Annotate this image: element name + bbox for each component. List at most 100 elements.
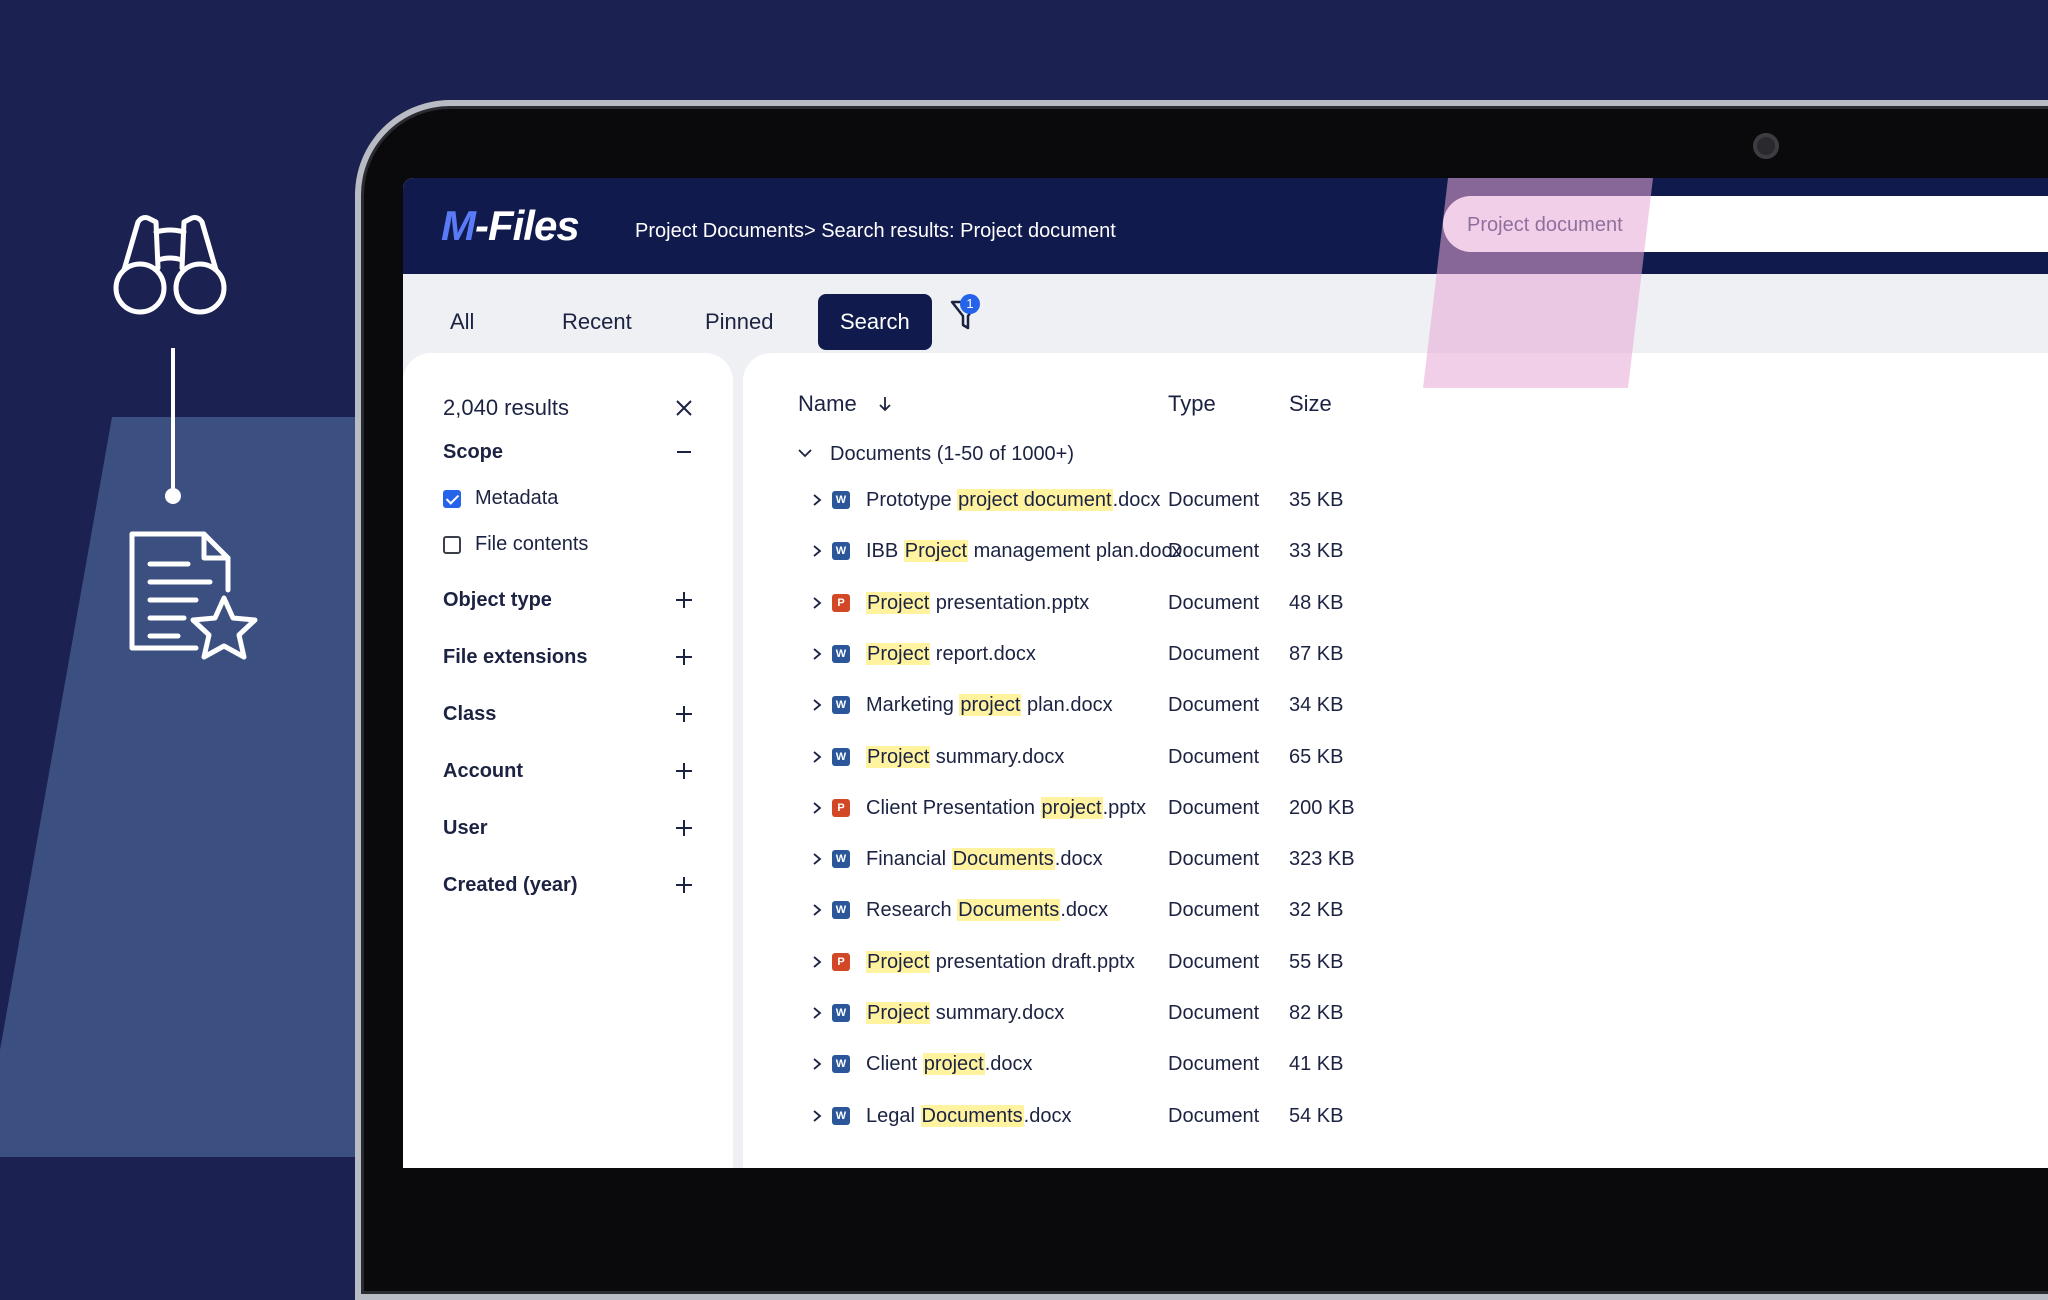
expand-icon[interactable] <box>673 646 695 668</box>
column-header-size[interactable]: Size <box>1289 391 1332 417</box>
file-name[interactable]: Project summary.docx <box>866 1002 1064 1025</box>
expand-icon[interactable] <box>673 589 695 611</box>
tab-search[interactable]: Search <box>818 294 932 350</box>
chevron-right-icon[interactable] <box>811 543 823 559</box>
search-match: Project <box>903 540 969 563</box>
file-size: 33 KB <box>1289 540 1344 563</box>
table-row[interactable]: W Prototype project document.docx Document… <box>743 482 2048 522</box>
word-icon: W <box>832 491 850 509</box>
chevron-right-icon[interactable] <box>811 902 823 918</box>
file-type: Document <box>1168 489 1260 511</box>
column-header-type[interactable]: Type <box>1168 391 1216 417</box>
file-name[interactable]: Project presentation.pptx <box>866 591 1089 615</box>
table-row[interactable]: W Legal Documents.docx Document 54 KB <box>743 1098 2048 1138</box>
m-files-logo[interactable]: M-Files <box>441 202 580 250</box>
file-name[interactable]: Prototype project document.docx <box>866 489 1160 512</box>
filter-class[interactable]: Class <box>443 703 496 726</box>
sort-descending-icon[interactable] <box>877 395 893 413</box>
word-icon: W <box>832 850 850 869</box>
table-row[interactable]: W Project summary.docx Document 65 KB <box>743 739 2048 779</box>
scope-option-file-contents[interactable]: File contents <box>443 533 588 556</box>
collapse-icon[interactable] <box>673 441 695 463</box>
filter-file-extensions[interactable]: File extensions <box>443 646 588 669</box>
file-name[interactable]: Project summary.docx <box>866 745 1064 769</box>
filter-object-type[interactable]: Object type <box>443 589 552 612</box>
expand-icon[interactable] <box>673 703 695 725</box>
scope-option-metadata[interactable]: Metadata <box>443 487 558 510</box>
file-name[interactable]: Project presentation draft.pptx <box>866 950 1135 974</box>
chevron-right-icon[interactable] <box>811 851 823 867</box>
filter-panel: 2,040 results Scope Metadata File conten… <box>403 353 733 1168</box>
chevron-right-icon[interactable] <box>811 1005 823 1021</box>
chevron-down-icon[interactable] <box>796 446 814 460</box>
search-match: project <box>959 694 1022 717</box>
chevron-right-icon[interactable] <box>811 595 823 611</box>
app-window: M-Files Project Documents> Search result… <box>403 178 2048 1168</box>
file-type: Document <box>1168 848 1260 871</box>
search-match: Project <box>866 1002 931 1024</box>
results-group-documents[interactable]: Documents (1-50 of 1000+) <box>783 443 1074 466</box>
search-match: project document <box>957 489 1113 511</box>
chevron-right-icon[interactable] <box>811 646 823 662</box>
file-name[interactable]: Client Presentation project.pptx <box>866 796 1146 820</box>
chevron-right-icon[interactable] <box>811 492 823 508</box>
table-row[interactable]: P Client Presentation project.pptx Documen… <box>743 790 2048 830</box>
column-header-name[interactable]: Name <box>798 391 893 417</box>
filter-user[interactable]: User <box>443 817 487 840</box>
chevron-right-icon[interactable] <box>811 954 823 970</box>
table-row[interactable]: P Project presentation draft.pptx Document… <box>743 944 2048 984</box>
close-icon[interactable] <box>673 397 695 419</box>
chevron-right-icon[interactable] <box>811 749 823 765</box>
chevron-right-icon[interactable] <box>811 1056 823 1072</box>
filter-account[interactable]: Account <box>443 760 523 783</box>
file-name[interactable]: IBB Project management plan.docx <box>866 540 1182 563</box>
tab-recent[interactable]: Recent <box>540 294 654 350</box>
search-match: Project <box>866 591 931 614</box>
tab-pinned[interactable]: Pinned <box>683 294 796 350</box>
file-name[interactable]: Research Documents.docx <box>866 899 1108 922</box>
file-size: 65 KB <box>1289 745 1344 768</box>
filter-created-year[interactable]: Created (year) <box>443 874 578 897</box>
expand-icon[interactable] <box>673 874 695 896</box>
file-type: Document <box>1168 745 1260 768</box>
file-size: 48 KB <box>1289 591 1344 614</box>
file-name[interactable]: Client project.docx <box>866 1053 1033 1076</box>
expand-icon[interactable] <box>673 760 695 782</box>
search-match: Documents <box>951 848 1055 871</box>
table-row[interactable]: P Project presentation.pptx Document 48 KB <box>743 585 2048 625</box>
powerpoint-icon: P <box>832 593 850 612</box>
file-size: 54 KB <box>1289 1104 1344 1127</box>
file-size: 32 KB <box>1289 899 1344 922</box>
tab-all[interactable]: All <box>428 294 496 350</box>
word-icon: W <box>832 1106 850 1125</box>
table-row[interactable]: W Client project.docx Document 41 KB <box>743 1046 2048 1086</box>
file-type: Document <box>1168 1053 1260 1076</box>
word-icon: W <box>832 1004 850 1022</box>
expand-icon[interactable] <box>673 817 695 839</box>
table-row[interactable]: W Project summary.docx Document 82 KB <box>743 995 2048 1035</box>
table-row[interactable]: W Financial Documents.docx Document 323 KB <box>743 841 2048 881</box>
file-size: 82 KB <box>1289 1002 1344 1024</box>
file-size: 55 KB <box>1289 950 1344 973</box>
file-contents-checkbox[interactable] <box>443 536 461 554</box>
search-box[interactable] <box>1443 196 2048 254</box>
chevron-right-icon[interactable] <box>811 800 823 816</box>
file-name[interactable]: Legal Documents.docx <box>866 1104 1071 1128</box>
search-match: project <box>1040 796 1103 819</box>
file-name[interactable]: Project report.docx <box>866 642 1036 666</box>
table-row[interactable]: W Research Documents.docx Document 32 KB <box>743 892 2048 932</box>
word-icon: W <box>832 901 850 920</box>
search-input[interactable] <box>1465 196 2048 254</box>
table-row[interactable]: W IBB Project management plan.docx Documen… <box>743 533 2048 573</box>
results-panel: Name Type Size Documents (1-50 of 1000+)… <box>743 353 2048 1168</box>
table-row[interactable]: W Project report.docx Document 87 KB <box>743 636 2048 676</box>
scope-label: Scope <box>443 441 504 463</box>
metadata-checkbox[interactable] <box>443 490 461 508</box>
file-name[interactable]: Financial Documents.docx <box>866 848 1103 871</box>
chevron-right-icon[interactable] <box>811 1108 823 1124</box>
word-icon: W <box>832 696 850 715</box>
feature-illustration <box>110 210 270 670</box>
chevron-right-icon[interactable] <box>811 697 823 713</box>
file-name[interactable]: Marketing project plan.docx <box>866 694 1113 717</box>
table-row[interactable]: W Marketing project plan.docx Document 34 K… <box>743 687 2048 727</box>
